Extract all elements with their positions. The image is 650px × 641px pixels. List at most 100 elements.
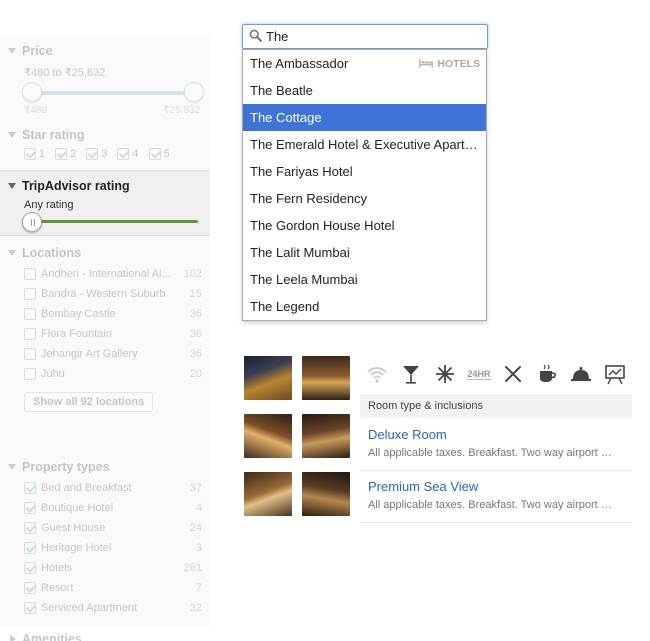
search-suggestion[interactable]: The Ambassador HOTELS [243,50,486,77]
price-filter-header[interactable]: Price [0,40,210,62]
search-suggestion[interactable]: The Cottage [243,104,486,131]
filter-option-count: 102 [183,268,202,280]
locations-title: Locations [22,246,82,260]
amenities-header[interactable]: Amenities [0,628,210,641]
search-suggestion[interactable]: The Beatle [243,77,486,104]
suggestion-text: The Legend [250,299,320,314]
filter-option-count: 36 [189,348,202,360]
filter-checkbox[interactable] [24,502,36,514]
room-option[interactable]: Deluxe Room All applicable taxes. Breakf… [360,427,632,459]
price-slider-min-handle[interactable] [22,82,42,102]
filter-checkbox[interactable] [24,308,36,320]
search-suggestion[interactable]: The Lalit Mumbai [243,239,486,266]
star-2-checkbox[interactable] [55,148,68,160]
star-4-checkbox[interactable] [117,148,130,160]
star-1-checkbox[interactable] [24,148,36,160]
filter-checkbox[interactable] [24,522,36,534]
filter-option[interactable]: Hotels 261 [0,558,210,578]
filter-option-count: 37 [189,482,202,494]
room-name-link[interactable]: Deluxe Room [360,427,632,442]
filter-option-label: Flora Fountain [41,328,112,340]
price-slider-track[interactable] [32,91,194,95]
filters-sidebar: Price ₹480 to ₹25,832 ₹480 ₹25,832 Star … [0,36,210,641]
search-input[interactable] [266,29,476,44]
filter-option[interactable]: Bombay Castle 36 [0,304,210,324]
hotel-photo-exterior[interactable] [244,356,292,400]
filter-option-count: 24 [189,522,202,534]
search-suggestions-dropdown: The Ambassador HOTELS The Beatle The Cottag… [242,49,487,321]
filter-checkbox[interactable] [24,328,36,340]
filter-checkbox[interactable] [24,348,36,360]
filter-option-count: 4 [195,502,202,514]
filter-option[interactable]: Guest House 24 [0,518,210,538]
filter-option[interactable]: Andheri - International Ai... 102 [0,264,210,284]
search-suggestion[interactable]: The Gordon House Hotel [243,212,486,239]
filter-option-count: 261 [183,562,202,574]
chevron-down-icon [8,183,16,189]
filter-option[interactable]: Heritage Hotel 3 [0,538,210,558]
filter-option-label: Boutique Hotel [41,502,114,514]
chevron-down-icon [8,250,16,256]
search-suggestion[interactable]: The Fariyas Hotel [243,158,486,185]
hotel-search-box[interactable] [242,24,488,49]
star-5-label: 5 [163,148,170,160]
hotel-photo-lobby[interactable] [302,356,350,400]
star-3-checkbox[interactable] [86,148,99,160]
search-suggestion[interactable]: The Emerald Hotel & Executive Apart… [243,131,486,158]
filter-option[interactable]: Boutique Hotel 4 [0,498,210,518]
search-suggestion[interactable]: The Leela Mumbai [243,266,486,293]
suggestion-text: The Beatle [250,83,313,98]
suggestion-text: The Leela Mumbai [250,272,358,287]
star-option-2[interactable]: 2 [55,148,76,160]
star-option-4[interactable]: 4 [117,148,139,160]
search-suggestion[interactable]: The Fern Residency [243,185,486,212]
filter-checkbox[interactable] [24,562,36,574]
filter-option-label: Hotels [41,562,73,574]
tripadvisor-slider-handle[interactable] [22,212,42,232]
filter-checkbox[interactable] [24,268,36,280]
filter-option[interactable]: Serviced Apartment 32 [0,598,210,618]
filter-checkbox[interactable] [24,602,36,614]
filter-option-label: Andheri - International Ai... [41,268,171,280]
room-inclusions: All applicable taxes. Breakfast. Two way… [368,499,612,511]
star-option-3[interactable]: 3 [86,148,107,160]
filter-option[interactable]: Juhu 20 [0,364,210,384]
price-slider-max-handle[interactable] [184,82,204,102]
filter-checkbox[interactable] [24,368,36,380]
property-types-header[interactable]: Property types [0,456,210,478]
suggestion-text: The Gordon House Hotel [250,218,395,233]
star-option-5[interactable]: 5 [148,148,170,160]
filter-checkbox[interactable] [24,482,36,494]
filter-checkbox[interactable] [24,288,36,300]
star-rating-header[interactable]: Star rating [0,124,210,146]
chevron-down-icon [8,48,16,54]
filter-option[interactable]: Resort 7 [0,578,210,598]
hotel-photo-lounge[interactable] [302,414,350,458]
filter-option-label: Heritage Hotel [41,542,112,554]
hotel-photo-dining[interactable] [244,472,292,516]
price-filter-title: Price [22,44,53,58]
price-min-label: ₹480 [24,105,48,116]
filter-checkbox[interactable] [24,542,36,554]
hotel-photo-restaurant[interactable] [244,414,292,458]
filter-option-label: Guest House [41,522,106,534]
locations-header[interactable]: Locations [0,242,210,264]
star-2-label: 2 [70,148,77,160]
star-option-1[interactable]: 1 [24,148,45,160]
hotel-photo-bar[interactable] [302,472,350,516]
star-rating-filter: Star rating 1 2 3 4 5 [0,124,210,160]
suggestion-text: The Fern Residency [250,191,368,206]
star-5-checkbox[interactable] [148,148,161,160]
tripadvisor-rating-header[interactable]: TripAdvisor rating [0,175,210,197]
search-suggestion[interactable]: The Legend [243,293,486,320]
show-all-locations-button[interactable]: Show all 92 locations [24,392,154,412]
tripadvisor-slider-track[interactable] [32,220,198,223]
room-name-link[interactable]: Premium Sea View [360,479,632,494]
filter-checkbox[interactable] [24,582,36,594]
filter-option[interactable]: Jehangir Art Gallery 36 [0,344,210,364]
filter-option[interactable]: Flora Fountain 36 [0,324,210,344]
filter-option[interactable]: Bandra - Western Suburb 15 [0,284,210,304]
room-option[interactable]: Premium Sea View All applicable taxes. B… [360,479,632,511]
filter-option[interactable]: Bed and Breakfast 37 [0,478,210,498]
bar-icon [398,361,424,387]
